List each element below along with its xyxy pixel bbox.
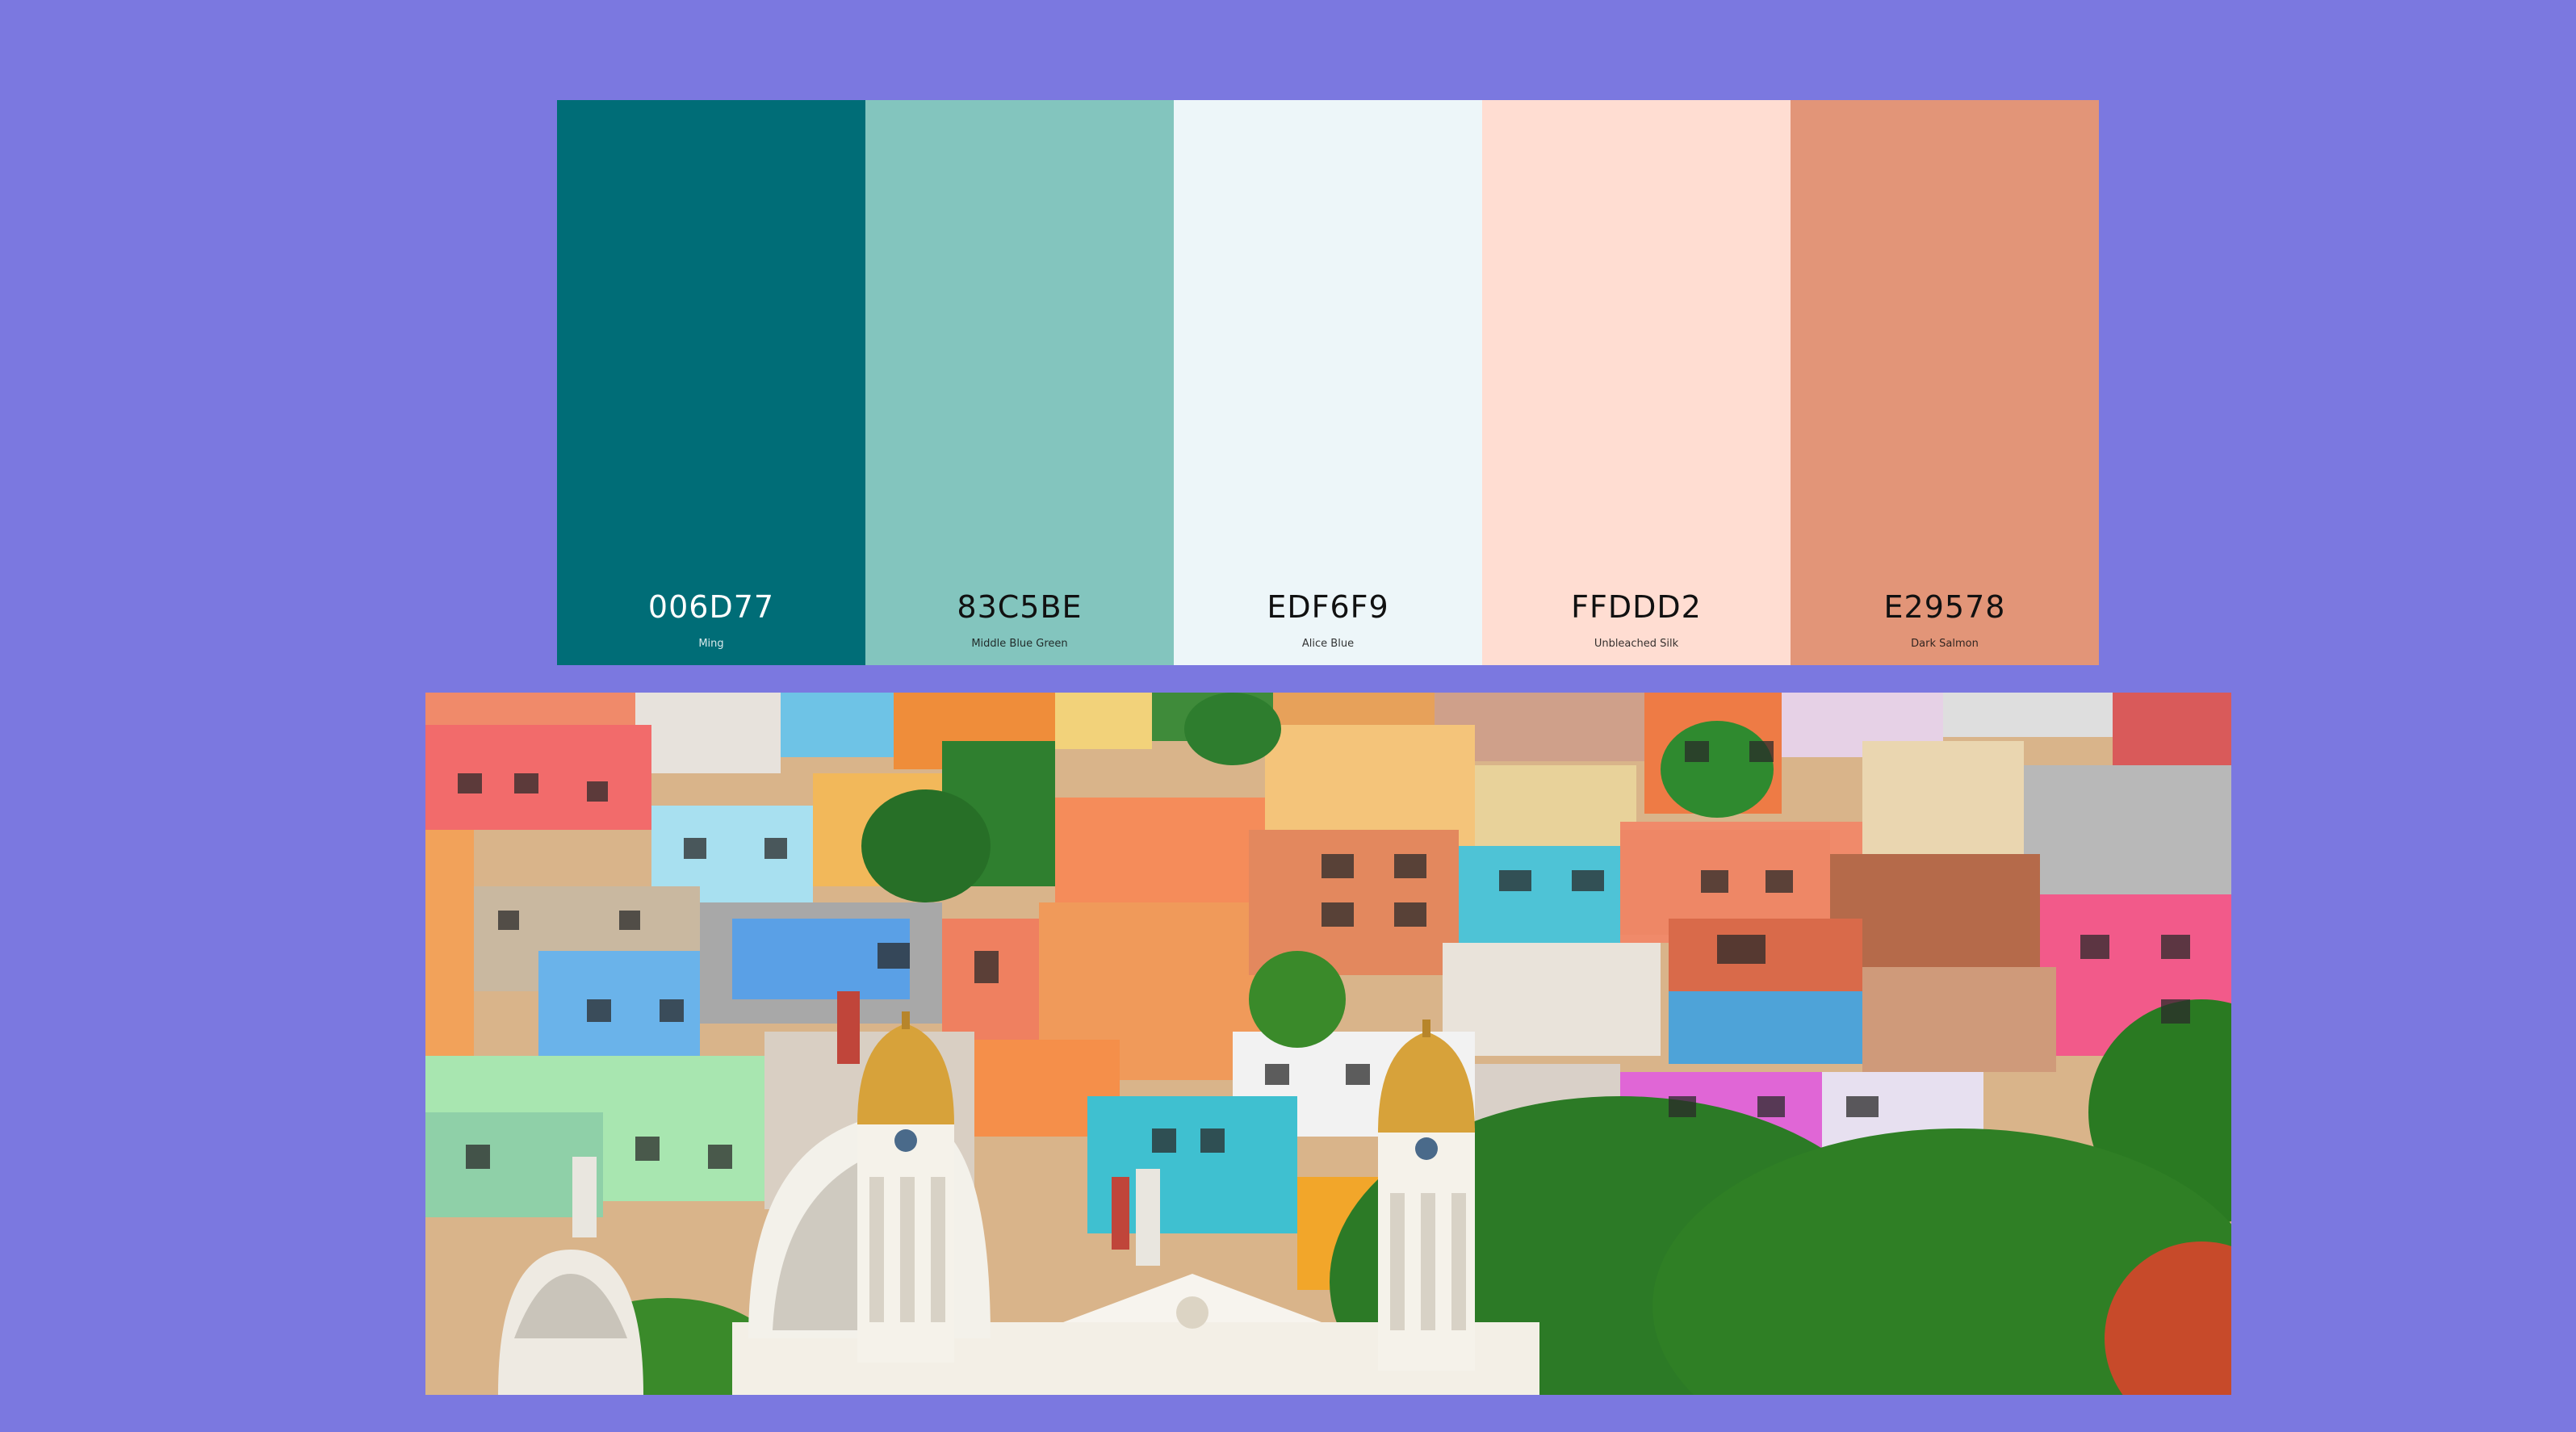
swatch-hex: FFDDD2 xyxy=(1571,589,1702,625)
swatch-ming[interactable]: 006D77 Ming xyxy=(557,100,865,665)
swatch-name: Alice Blue xyxy=(1301,638,1355,650)
swatch-name: Dark Salmon xyxy=(1911,638,1979,650)
swatch-hex: 006D77 xyxy=(647,589,775,625)
swatch-hex: EDF6F9 xyxy=(1267,589,1389,625)
swatch-middle-blue-green[interactable]: 83C5BE Middle Blue Green xyxy=(865,100,1174,665)
swatch-name: Unbleached Silk xyxy=(1594,638,1679,650)
color-palette: 006D77 Ming 83C5BE Middle Blue Green EDF… xyxy=(557,100,2099,665)
swatch-dark-salmon[interactable]: E29578 Dark Salmon xyxy=(1791,100,2099,665)
city-hillside-photo xyxy=(425,693,2231,1395)
swatch-hex: E29578 xyxy=(1883,589,2006,625)
swatch-name: Ming xyxy=(698,638,724,650)
swatch-unbleached-silk[interactable]: FFDDD2 Unbleached Silk xyxy=(1482,100,1791,665)
swatch-name: Middle Blue Green xyxy=(971,638,1068,650)
swatch-alice-blue[interactable]: EDF6F9 Alice Blue xyxy=(1174,100,1482,665)
swatch-hex: 83C5BE xyxy=(957,589,1083,625)
